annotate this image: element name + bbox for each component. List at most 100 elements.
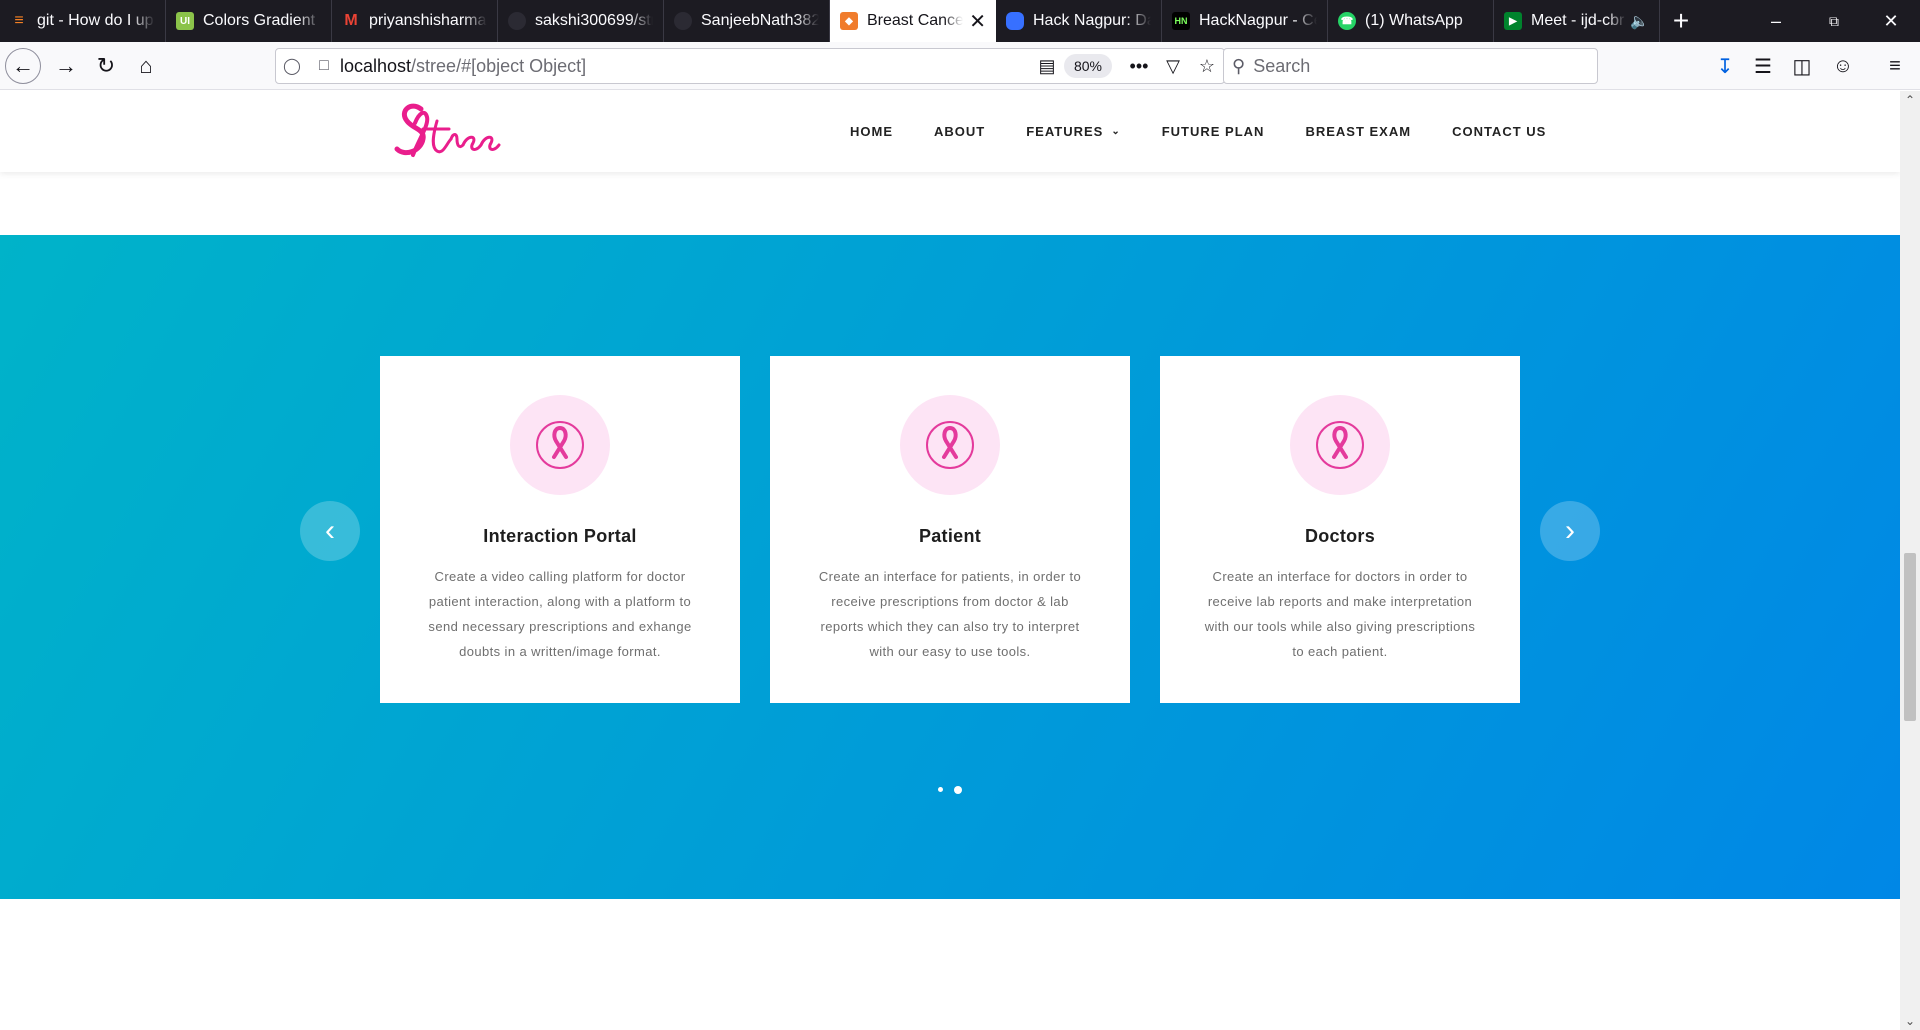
card-title: Interaction Portal <box>483 526 637 546</box>
gmail-icon: M <box>344 12 358 29</box>
features-carousel-section: ‹ Interaction Portal Create a video call… <box>0 235 1900 899</box>
ribbon-icon-badge <box>510 395 610 495</box>
account-icon: ☺ <box>1832 54 1854 77</box>
hamburger-menu-icon: ≡ <box>1889 54 1901 77</box>
restore-icon: ⧉ <box>1829 12 1839 29</box>
feature-card: Interaction Portal Create a video callin… <box>380 356 740 703</box>
zoom-level[interactable]: 80% <box>1063 54 1112 78</box>
tab-stackoverflow[interactable]: ≡ git - How do I up <box>0 0 166 42</box>
nav-future-plan[interactable]: FUTURE PLAN <box>1162 124 1265 139</box>
tab-label: sakshi300699/stre <box>535 12 653 29</box>
pocket-icon[interactable]: ▽ <box>1156 49 1190 83</box>
tab-breast-cancer[interactable]: ◆ Breast Cancer ✕ <box>830 0 996 42</box>
card-description: Create an interface for doctors in order… <box>1204 569 1476 659</box>
card-description: Create an interface for patients, in ord… <box>818 569 1082 659</box>
stree-logo[interactable] <box>393 99 503 163</box>
ribbon-icon <box>536 421 584 469</box>
github-icon <box>674 12 692 30</box>
page-icon[interactable]: □ <box>308 49 340 83</box>
tab-github-sanjeeb[interactable]: SanjeebNath382 <box>664 0 830 42</box>
tab-hacknagpur[interactable]: HN HackNagpur - Ce <box>1162 0 1328 42</box>
account-button[interactable]: ☺ <box>1825 48 1861 84</box>
nav-about[interactable]: ABOUT <box>934 124 985 139</box>
close-tab-icon[interactable]: ✕ <box>969 9 986 34</box>
carousel-dot-1[interactable] <box>938 787 943 792</box>
scroll-up-icon[interactable]: ⌃ <box>1900 91 1920 109</box>
hacknagpur-icon: HN <box>1172 12 1190 30</box>
tab-hack-nagpur-devfolio[interactable]: Hack Nagpur: Da <box>996 0 1162 42</box>
restore-button[interactable]: ⧉ <box>1805 0 1863 42</box>
shield-icon[interactable]: ◯ <box>276 49 308 83</box>
speaker-icon[interactable]: 🔈 <box>1630 12 1649 30</box>
card-title: Doctors <box>1304 526 1376 546</box>
search-icon: ⚲ <box>1232 55 1246 76</box>
reload-button[interactable]: ↻ <box>88 48 124 84</box>
tab-meet[interactable]: ▶ Meet - ijd-cbr 🔈 <box>1494 0 1660 42</box>
carousel-next-button[interactable]: › <box>1540 501 1600 561</box>
ribbon-icon <box>1316 421 1364 469</box>
home-icon: ⌂ <box>139 53 153 78</box>
home-button[interactable]: ⌂ <box>128 48 164 84</box>
chevron-left-icon: ‹ <box>325 514 335 547</box>
ribbon-icon-badge <box>900 395 1000 495</box>
url-path: /stree/#[object Object] <box>411 55 587 76</box>
card-description: Create a video calling platform for doct… <box>428 569 692 659</box>
carousel-dot-2-active[interactable] <box>954 786 962 794</box>
minimize-button[interactable]: – <box>1747 0 1805 42</box>
nav-features[interactable]: FEATURES ⌄ <box>1026 124 1121 139</box>
menu-button[interactable]: ≡ <box>1877 48 1913 84</box>
chevron-down-icon: ⌄ <box>1111 126 1121 137</box>
card-title: Patient <box>918 526 982 546</box>
github-icon <box>508 12 526 30</box>
main-nav: HOME ABOUT FEATURES ⌄ FUTURE PLAN BREAST … <box>850 91 1587 172</box>
url-host: localhost <box>340 55 412 76</box>
tab-label: Breast Cancer <box>867 12 964 29</box>
reader-view-icon[interactable]: ▤ <box>1030 49 1064 83</box>
tab-label: Meet - ijd-cbr <box>1531 12 1625 29</box>
chevron-right-icon: › <box>1565 514 1575 547</box>
new-tab-button[interactable]: + <box>1660 0 1702 42</box>
library-button[interactable]: ☰ <box>1745 48 1781 84</box>
tab-label: git - How do I up <box>37 12 154 29</box>
search-bar[interactable]: ⚲ <box>1223 48 1598 84</box>
ribbon-icon <box>926 421 974 469</box>
ribbon-icon-badge <box>1290 395 1390 495</box>
sidebar-icon: ◫ <box>1792 55 1812 78</box>
scroll-down-icon[interactable]: ⌄ <box>1900 1012 1920 1030</box>
tab-github-sakshi[interactable]: sakshi300699/stre <box>498 0 664 42</box>
sidebar-button[interactable]: ◫ <box>1784 48 1820 84</box>
whatsapp-icon: ☎ <box>1338 12 1356 30</box>
url-bar[interactable]: ◯ □ localhost/stree/#[object Object] ▤ 8… <box>275 48 1225 84</box>
stackoverflow-icon: ≡ <box>14 12 24 29</box>
close-window-button[interactable]: ✕ <box>1862 0 1920 42</box>
tab-whatsapp[interactable]: ☎ (1) WhatsApp <box>1328 0 1494 42</box>
back-arrow-icon: ← <box>12 53 34 78</box>
forward-button[interactable]: → <box>48 48 84 84</box>
search-input[interactable] <box>1253 55 1597 77</box>
carousel-prev-button[interactable]: ‹ <box>300 501 360 561</box>
library-icon: ☰ <box>1754 55 1772 78</box>
downloads-button[interactable]: ↧ <box>1707 48 1743 84</box>
nav-home[interactable]: HOME <box>850 124 893 139</box>
meet-icon: ▶ <box>1504 12 1522 30</box>
forward-arrow-icon: → <box>55 53 77 78</box>
scrollbar-thumb[interactable] <box>1904 553 1916 721</box>
minimize-icon: – <box>1770 10 1781 31</box>
tab-colors-gradient[interactable]: UI Colors Gradient <box>166 0 332 42</box>
bookmark-star-icon[interactable]: ☆ <box>1190 49 1224 83</box>
nav-features-label: FEATURES <box>1026 124 1104 139</box>
site-icon: ◆ <box>840 12 858 30</box>
vertical-scrollbar[interactable]: ⌃ ⌄ <box>1900 91 1920 1030</box>
download-icon: ↧ <box>1716 55 1734 78</box>
tab-label: Colors Gradient <box>203 12 316 29</box>
back-button[interactable]: ← <box>5 48 41 84</box>
navigation-toolbar: ← → ↻ ⌂ ◯ □ localhost/stree/#[object Obj… <box>0 42 1920 90</box>
tab-gmail[interactable]: M priyanshisharma <box>332 0 498 42</box>
site-header: HOME ABOUT FEATURES ⌄ FUTURE PLAN BREAST … <box>0 91 1900 172</box>
page-actions-icon[interactable]: ••• <box>1122 49 1156 83</box>
devfolio-icon <box>1006 12 1024 30</box>
nav-contact-us[interactable]: CONTACT US <box>1452 124 1546 139</box>
url-text[interactable]: localhost/stree/#[object Object] <box>340 56 1030 77</box>
nav-breast-exam[interactable]: BREAST EXAM <box>1305 124 1411 139</box>
tab-label: SanjeebNath382 <box>701 12 819 29</box>
